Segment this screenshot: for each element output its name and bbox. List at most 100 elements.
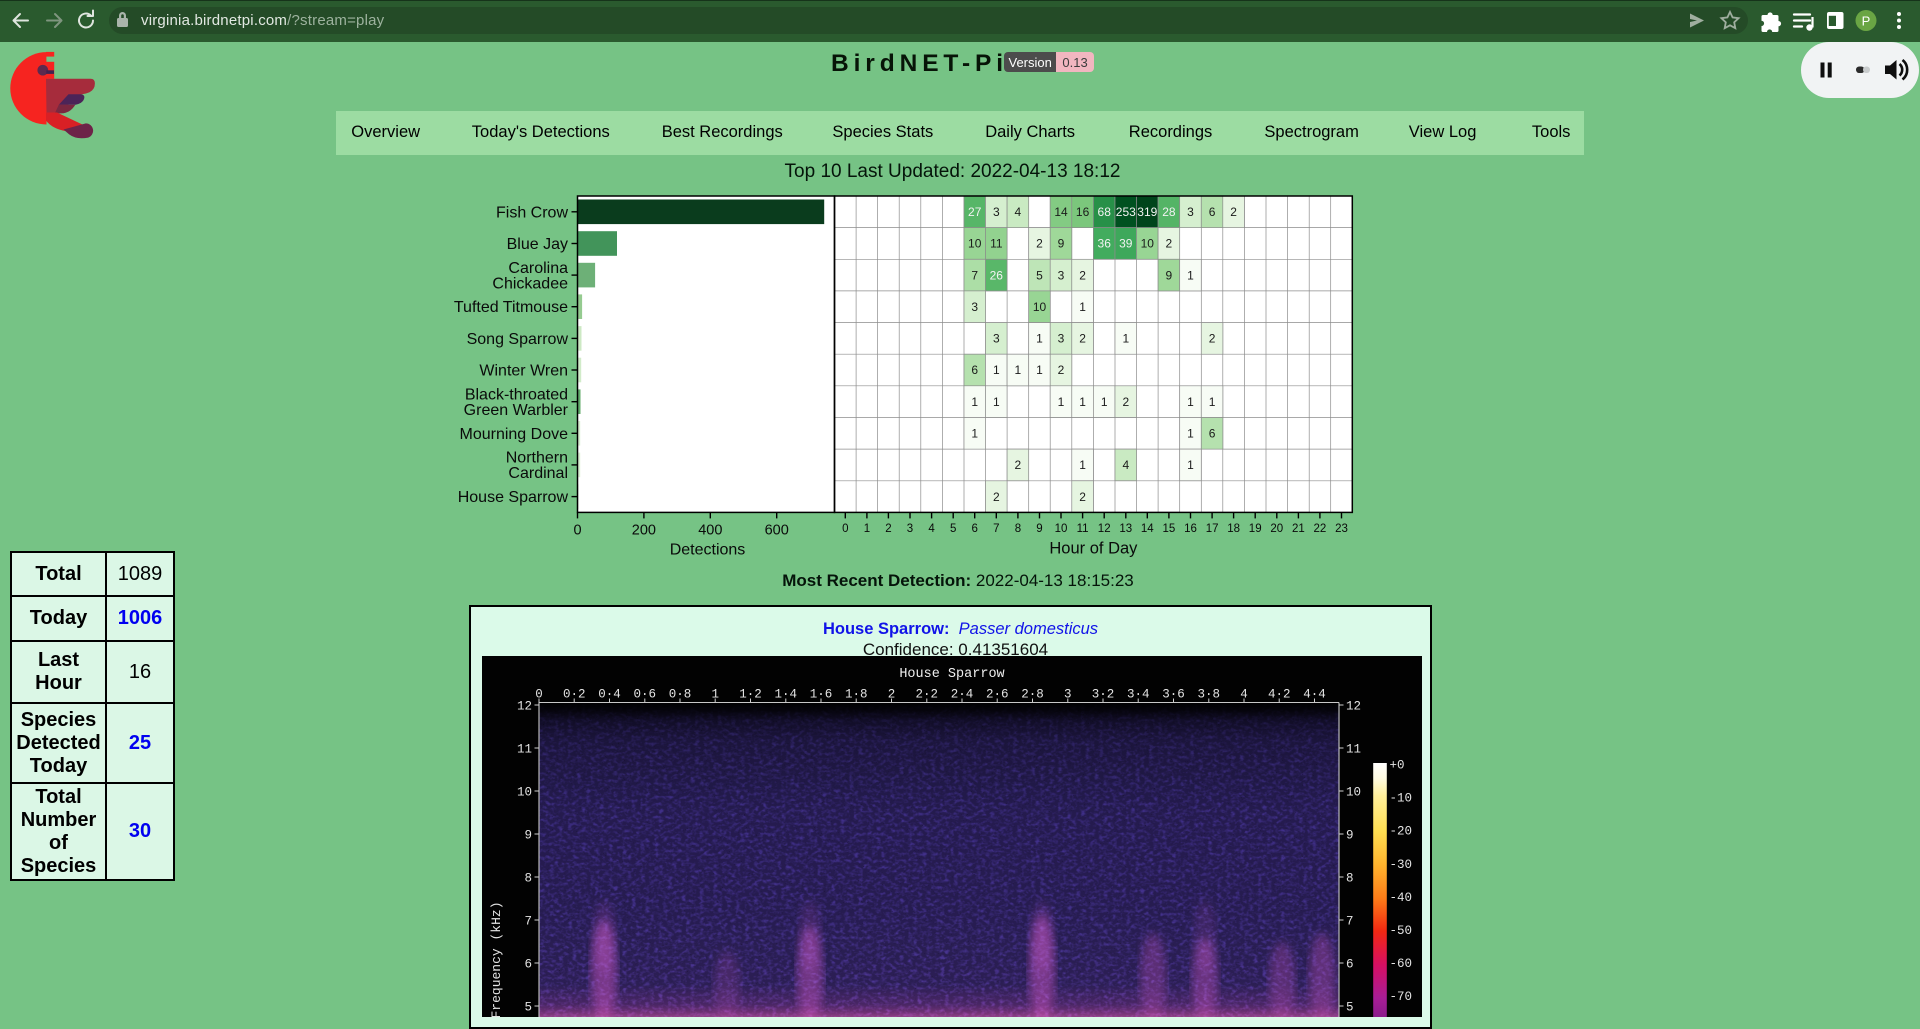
- svg-text:20: 20: [1270, 523, 1283, 535]
- svg-text:10: 10: [1033, 300, 1047, 314]
- svg-text:1: 1: [1036, 363, 1043, 377]
- svg-text:19: 19: [1249, 523, 1262, 535]
- svg-text:-10: -10: [1390, 792, 1413, 806]
- svg-text:14: 14: [1141, 523, 1154, 535]
- svg-text:Green Warbler: Green Warbler: [464, 402, 569, 419]
- svg-text:253: 253: [1116, 205, 1136, 219]
- svg-text:Fish Crow: Fish Crow: [496, 204, 568, 221]
- svg-text:-70: -70: [1390, 990, 1413, 1004]
- svg-text:10: 10: [517, 786, 532, 800]
- svg-text:5: 5: [1346, 1001, 1354, 1015]
- svg-text:3: 3: [993, 332, 1000, 346]
- svg-text:4: 4: [1015, 205, 1022, 219]
- svg-text:11: 11: [1077, 523, 1089, 535]
- svg-text:5: 5: [524, 1001, 532, 1015]
- svg-text:1: 1: [1187, 458, 1194, 472]
- svg-text:7: 7: [524, 915, 532, 929]
- svg-text:13: 13: [1119, 523, 1132, 535]
- svg-text:2: 2: [1166, 237, 1173, 251]
- svg-text:-50: -50: [1390, 924, 1413, 938]
- svg-text:10: 10: [1055, 523, 1068, 535]
- svg-text:3: 3: [993, 205, 1000, 219]
- svg-text:-60: -60: [1390, 957, 1413, 971]
- svg-text:2: 2: [1209, 332, 1216, 346]
- svg-text:22: 22: [1314, 523, 1327, 535]
- svg-text:7: 7: [993, 523, 999, 535]
- svg-text:9: 9: [1166, 268, 1173, 282]
- svg-text:Cardinal: Cardinal: [508, 465, 568, 482]
- svg-text:16: 16: [1184, 523, 1197, 535]
- svg-text:2: 2: [1079, 268, 1086, 282]
- svg-text:36: 36: [1098, 237, 1112, 251]
- svg-text:23: 23: [1335, 523, 1348, 535]
- svg-text:1: 1: [1036, 332, 1043, 346]
- svg-text:7: 7: [971, 268, 978, 282]
- svg-text:4: 4: [1122, 458, 1129, 472]
- svg-text:10: 10: [1141, 237, 1155, 251]
- svg-text:Carolina: Carolina: [508, 260, 568, 277]
- svg-text:319: 319: [1137, 205, 1157, 219]
- svg-text:2: 2: [885, 523, 891, 535]
- svg-text:10: 10: [1346, 786, 1361, 800]
- svg-text:1: 1: [1187, 395, 1194, 409]
- svg-text:2: 2: [993, 490, 1000, 504]
- svg-text:7: 7: [1346, 915, 1354, 929]
- svg-text:-30: -30: [1390, 858, 1413, 872]
- svg-text:26: 26: [990, 268, 1004, 282]
- svg-text:+0: +0: [1390, 759, 1405, 773]
- svg-text:3: 3: [971, 300, 978, 314]
- svg-text:1: 1: [971, 427, 978, 441]
- svg-text:27: 27: [968, 205, 982, 219]
- svg-text:8: 8: [1015, 523, 1021, 535]
- svg-text:1: 1: [993, 395, 1000, 409]
- svg-text:2: 2: [1230, 205, 1237, 219]
- svg-text:3: 3: [1058, 268, 1065, 282]
- svg-text:1: 1: [1079, 395, 1086, 409]
- svg-text:8: 8: [524, 872, 532, 886]
- svg-text:3: 3: [907, 523, 913, 535]
- svg-text:1: 1: [971, 395, 978, 409]
- svg-text:1: 1: [1209, 395, 1216, 409]
- svg-text:1: 1: [1079, 300, 1086, 314]
- svg-text:6: 6: [1209, 427, 1216, 441]
- svg-text:6: 6: [1346, 958, 1354, 972]
- svg-text:Mourning Dove: Mourning Dove: [460, 426, 569, 443]
- svg-text:1: 1: [1101, 395, 1108, 409]
- svg-text:11: 11: [517, 743, 532, 757]
- svg-text:11: 11: [1346, 743, 1361, 757]
- svg-text:200: 200: [632, 522, 656, 538]
- svg-text:12: 12: [1098, 523, 1111, 535]
- svg-text:Winter Wren: Winter Wren: [479, 363, 568, 380]
- svg-text:2: 2: [1058, 363, 1065, 377]
- svg-text:P: P: [1862, 13, 1871, 28]
- svg-text:21: 21: [1292, 523, 1305, 535]
- svg-text:18: 18: [1227, 523, 1240, 535]
- svg-text:9: 9: [524, 829, 532, 843]
- svg-text:6: 6: [971, 363, 978, 377]
- svg-text:9: 9: [1058, 237, 1065, 251]
- svg-text:14: 14: [1054, 205, 1068, 219]
- svg-text:3: 3: [1187, 205, 1194, 219]
- svg-text:2: 2: [1079, 490, 1086, 504]
- svg-text:1: 1: [1187, 268, 1194, 282]
- svg-text:Blue Jay: Blue Jay: [507, 236, 568, 253]
- svg-text:12: 12: [1346, 700, 1361, 714]
- svg-text:8: 8: [1346, 872, 1354, 886]
- svg-text:400: 400: [698, 522, 722, 538]
- svg-text:0: 0: [842, 523, 848, 535]
- svg-text:Frequency (kHz): Frequency (kHz): [489, 901, 504, 1017]
- svg-text:Hour of Day: Hour of Day: [1049, 539, 1138, 557]
- svg-text:1: 1: [864, 523, 870, 535]
- svg-text:9: 9: [1036, 523, 1042, 535]
- svg-text:12: 12: [517, 700, 532, 714]
- svg-text:2: 2: [1122, 395, 1129, 409]
- svg-text:1: 1: [1058, 395, 1065, 409]
- svg-text:Black-throated: Black-throated: [465, 386, 568, 403]
- svg-text:1: 1: [1079, 458, 1086, 472]
- svg-text:5: 5: [950, 523, 956, 535]
- svg-text:28: 28: [1162, 205, 1176, 219]
- svg-text:3: 3: [1058, 332, 1065, 346]
- svg-text:0: 0: [573, 522, 581, 538]
- svg-text:600: 600: [765, 522, 789, 538]
- svg-text:11: 11: [990, 237, 1003, 251]
